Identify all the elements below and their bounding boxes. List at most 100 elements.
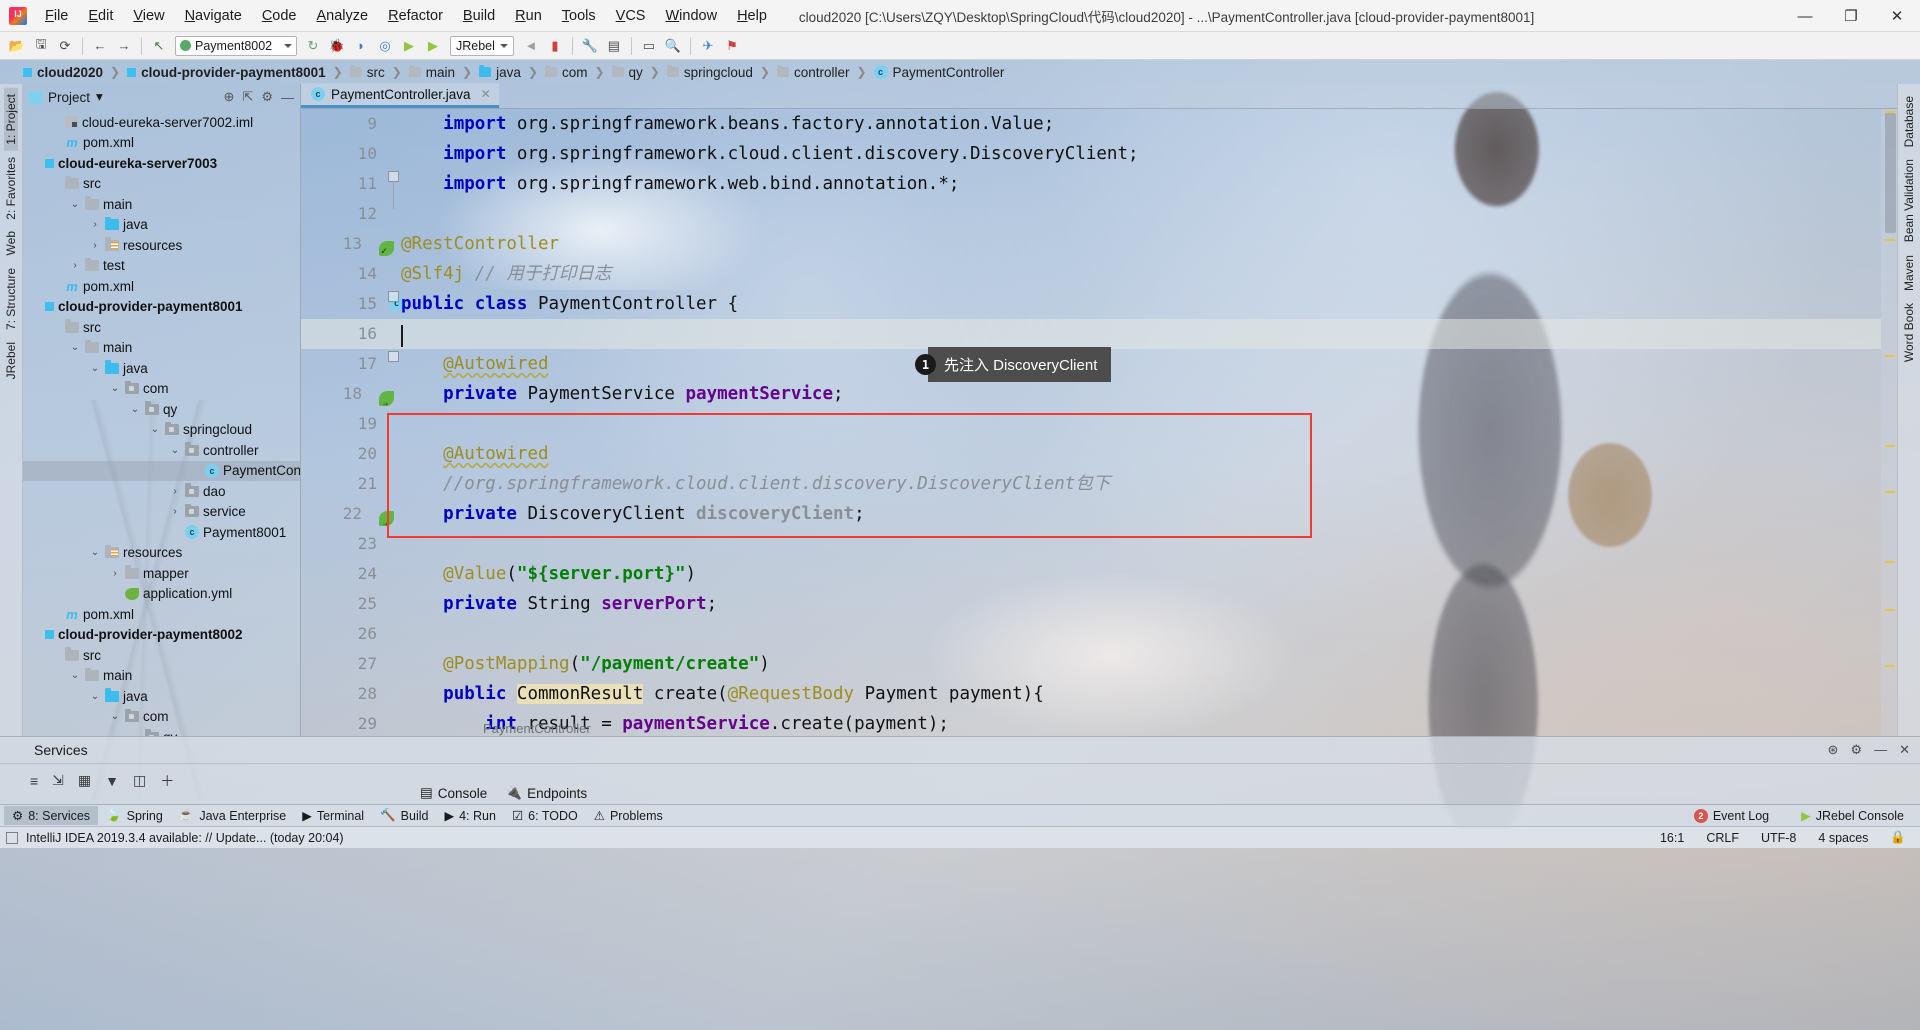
code-line-17[interactable]: @Autowired bbox=[387, 349, 1881, 379]
line-number-13[interactable]: 13 bbox=[301, 229, 394, 267]
editor-tab-paymentcontroller[interactable]: c PaymentController.java ✕ bbox=[301, 83, 499, 108]
services-tab-endpoints[interactable]: 🔌 Endpoints bbox=[505, 785, 587, 801]
chevron-down-icon[interactable]: ⌄ bbox=[89, 691, 101, 702]
code-line-12[interactable] bbox=[387, 199, 1881, 229]
jrebel-run-icon[interactable]: ▶ bbox=[398, 35, 420, 57]
tree-node-cloud-eureka-server7003[interactable]: cloud-eureka-server7003 bbox=[23, 153, 300, 174]
line-number-26[interactable]: 26 bbox=[301, 619, 387, 649]
services-header-tools[interactable]: ⊛ ⚙ — ✕ bbox=[1828, 742, 1920, 758]
status-message[interactable]: IntelliJ IDEA 2019.3.4 available: // Upd… bbox=[26, 831, 344, 845]
breadcrumb-item-com[interactable]: com bbox=[540, 65, 593, 80]
tree-node-java[interactable]: › java bbox=[23, 215, 300, 236]
project-tool-window[interactable]: Project ▾ ⊕ ⇱ ⚙ — cloud-eureka-server700… bbox=[23, 84, 301, 736]
chevron-down-icon[interactable]: ⌄ bbox=[89, 363, 101, 374]
tool-button-6-todo[interactable]: ☑ 6: TODO bbox=[504, 806, 586, 825]
settings-icon[interactable]: ⚙ bbox=[261, 89, 273, 105]
code-line-10[interactable]: import org.springframework.cloud.client.… bbox=[387, 139, 1881, 169]
fold-mark-class[interactable] bbox=[388, 291, 399, 302]
tool-button-jrebel-console[interactable]: ▶ JRebel Console bbox=[1793, 806, 1912, 825]
minimize-icon[interactable]: — bbox=[1874, 742, 1887, 758]
chevron-down-icon[interactable]: ⌄ bbox=[109, 711, 121, 722]
chevron-right-icon[interactable]: › bbox=[89, 240, 101, 251]
code-line-13[interactable]: @RestController bbox=[387, 229, 1881, 259]
code-line-26[interactable] bbox=[387, 619, 1881, 649]
menu-item-view[interactable]: View bbox=[123, 4, 174, 28]
menu-item-code[interactable]: Code bbox=[252, 4, 307, 28]
tree-node-controller[interactable]: ⌄ controller bbox=[23, 440, 300, 461]
hide-icon[interactable]: — bbox=[281, 90, 294, 105]
tool-button-spring[interactable]: 🍃 Spring bbox=[98, 806, 171, 825]
tree-node-com[interactable]: ⌄ com bbox=[23, 707, 300, 728]
menu-item-run[interactable]: Run bbox=[505, 4, 552, 28]
warning-marker[interactable] bbox=[1885, 111, 1895, 113]
tool-window-button-maven[interactable]: Maven bbox=[1902, 249, 1916, 297]
menu-item-window[interactable]: Window bbox=[655, 4, 727, 28]
run-configuration-selector[interactable]: Payment8002 bbox=[175, 35, 297, 56]
tree-node-paymentcontroller[interactable]: c PaymentController bbox=[23, 460, 300, 481]
profile-icon[interactable]: ◎ bbox=[374, 35, 396, 57]
bottom-tool-strip[interactable]: ⚙ 8: Services 🍃 Spring ☕ Java Enterprise ▶ Term… bbox=[0, 804, 1920, 826]
editor-tab-bar[interactable]: c PaymentController.java ✕ bbox=[301, 83, 1897, 109]
chevron-down-icon[interactable]: ⌄ bbox=[109, 383, 121, 394]
line-number-18[interactable]: 18 bbox=[301, 379, 394, 420]
status-4-spaces[interactable]: 4 spaces bbox=[1818, 831, 1868, 845]
line-number-14[interactable]: 14 bbox=[301, 259, 387, 289]
line-number-21[interactable]: 21 bbox=[301, 469, 387, 499]
status-crlf[interactable]: CRLF bbox=[1706, 831, 1739, 845]
tree-node-pom-xml[interactable]: m pom.xml bbox=[23, 133, 300, 154]
menu-item-tools[interactable]: Tools bbox=[552, 4, 606, 28]
tree-node-mapper[interactable]: › mapper bbox=[23, 563, 300, 584]
tool-window-button-jrebel[interactable]: JRebel bbox=[4, 336, 18, 385]
line-number-12[interactable]: 12 bbox=[301, 199, 387, 229]
line-number-29[interactable]: 29 bbox=[301, 709, 387, 736]
chevron-down-icon[interactable]: ⌄ bbox=[129, 404, 141, 415]
expand-icon[interactable]: ≡ bbox=[30, 773, 38, 789]
tool-window-button-bean-validation[interactable]: Bean Validation bbox=[1902, 153, 1916, 248]
code-line-11[interactable]: import org.springframework.web.bind.anno… bbox=[387, 169, 1881, 199]
tool-window-button-word-book[interactable]: Word Book bbox=[1902, 297, 1916, 368]
filter-icon[interactable]: ▼ bbox=[105, 773, 119, 789]
menu-item-build[interactable]: Build bbox=[453, 4, 505, 28]
code-line-27[interactable]: @PostMapping("/payment/create") bbox=[387, 649, 1881, 679]
line-number-24[interactable]: 24 bbox=[301, 559, 387, 589]
breadcrumb-item-paymentcontroller[interactable]: c PaymentController bbox=[869, 65, 1010, 80]
tool-button-event-log[interactable]: 2 Event Log bbox=[1686, 807, 1777, 825]
breadcrumb-item-src[interactable]: src bbox=[345, 65, 390, 80]
tree-node-cloud-eureka-server7002-iml[interactable]: cloud-eureka-server7002.iml bbox=[23, 112, 300, 133]
services-toolbar[interactable]: ≡ ⇲ ▦ ▼ ◫ ＋ bbox=[0, 763, 1920, 797]
menu-item-help[interactable]: Help bbox=[727, 4, 777, 28]
close-icon[interactable]: ✕ bbox=[1899, 742, 1910, 758]
tree-node-test[interactable]: › test bbox=[23, 256, 300, 277]
tool-button-problems[interactable]: ⚠ Problems bbox=[586, 806, 671, 825]
chevron-down-icon[interactable]: ⌄ bbox=[149, 424, 161, 435]
jrebel-stop-icon[interactable]: ▮ bbox=[544, 35, 566, 57]
memory-indicator-icon[interactable] bbox=[6, 831, 18, 844]
tree-node-src[interactable]: src bbox=[23, 317, 300, 338]
line-number-15[interactable]: 15 c bbox=[301, 289, 404, 319]
code-line-22[interactable]: private DiscoveryClient discoveryClient; bbox=[387, 499, 1881, 529]
tool-button-4-run[interactable]: ▶ 4: Run bbox=[436, 806, 503, 825]
tree-node-pom-xml[interactable]: m pom.xml bbox=[23, 604, 300, 625]
line-number-27[interactable]: 27 bbox=[301, 649, 387, 679]
code-line-21[interactable]: //org.springframework.cloud.client.disco… bbox=[387, 469, 1881, 499]
tree-node-application-yml[interactable]: application.yml bbox=[23, 584, 300, 605]
status-utf-8[interactable]: UTF-8 bbox=[1761, 831, 1796, 845]
menu-item-vcs[interactable]: VCS bbox=[606, 4, 656, 28]
line-number-9[interactable]: 9 bbox=[301, 109, 387, 139]
code-line-9[interactable]: import org.springframework.beans.factory… bbox=[387, 109, 1881, 139]
close-button[interactable]: ✕ bbox=[1874, 0, 1920, 32]
tree-node-springcloud[interactable]: ⌄ springcloud bbox=[23, 420, 300, 441]
line-number-16[interactable]: 16 bbox=[301, 319, 387, 349]
forward-icon[interactable]: → bbox=[113, 35, 135, 57]
line-number-22[interactable]: 22 bbox=[301, 499, 394, 540]
menu-item-file[interactable]: File bbox=[35, 4, 78, 28]
chevron-down-icon[interactable]: ⌄ bbox=[89, 547, 101, 558]
save-icon[interactable]: 🖫 bbox=[30, 35, 52, 57]
debug-icon[interactable]: 🐞 bbox=[326, 35, 348, 57]
main-toolbar[interactable]: 📂 🖫 ⟳ ← → ↖ Payment8002 ↻ 🐞 ◗ ◎ ▶ ▶ JReb… bbox=[0, 32, 1920, 60]
breadcrumb-item-java[interactable]: java bbox=[474, 65, 526, 80]
breadcrumb-item-springcloud[interactable]: springcloud bbox=[662, 65, 758, 80]
code-folding-column[interactable] bbox=[387, 109, 401, 736]
tree-node-java[interactable]: ⌄ java bbox=[23, 686, 300, 707]
menu-item-analyze[interactable]: Analyze bbox=[307, 4, 379, 28]
